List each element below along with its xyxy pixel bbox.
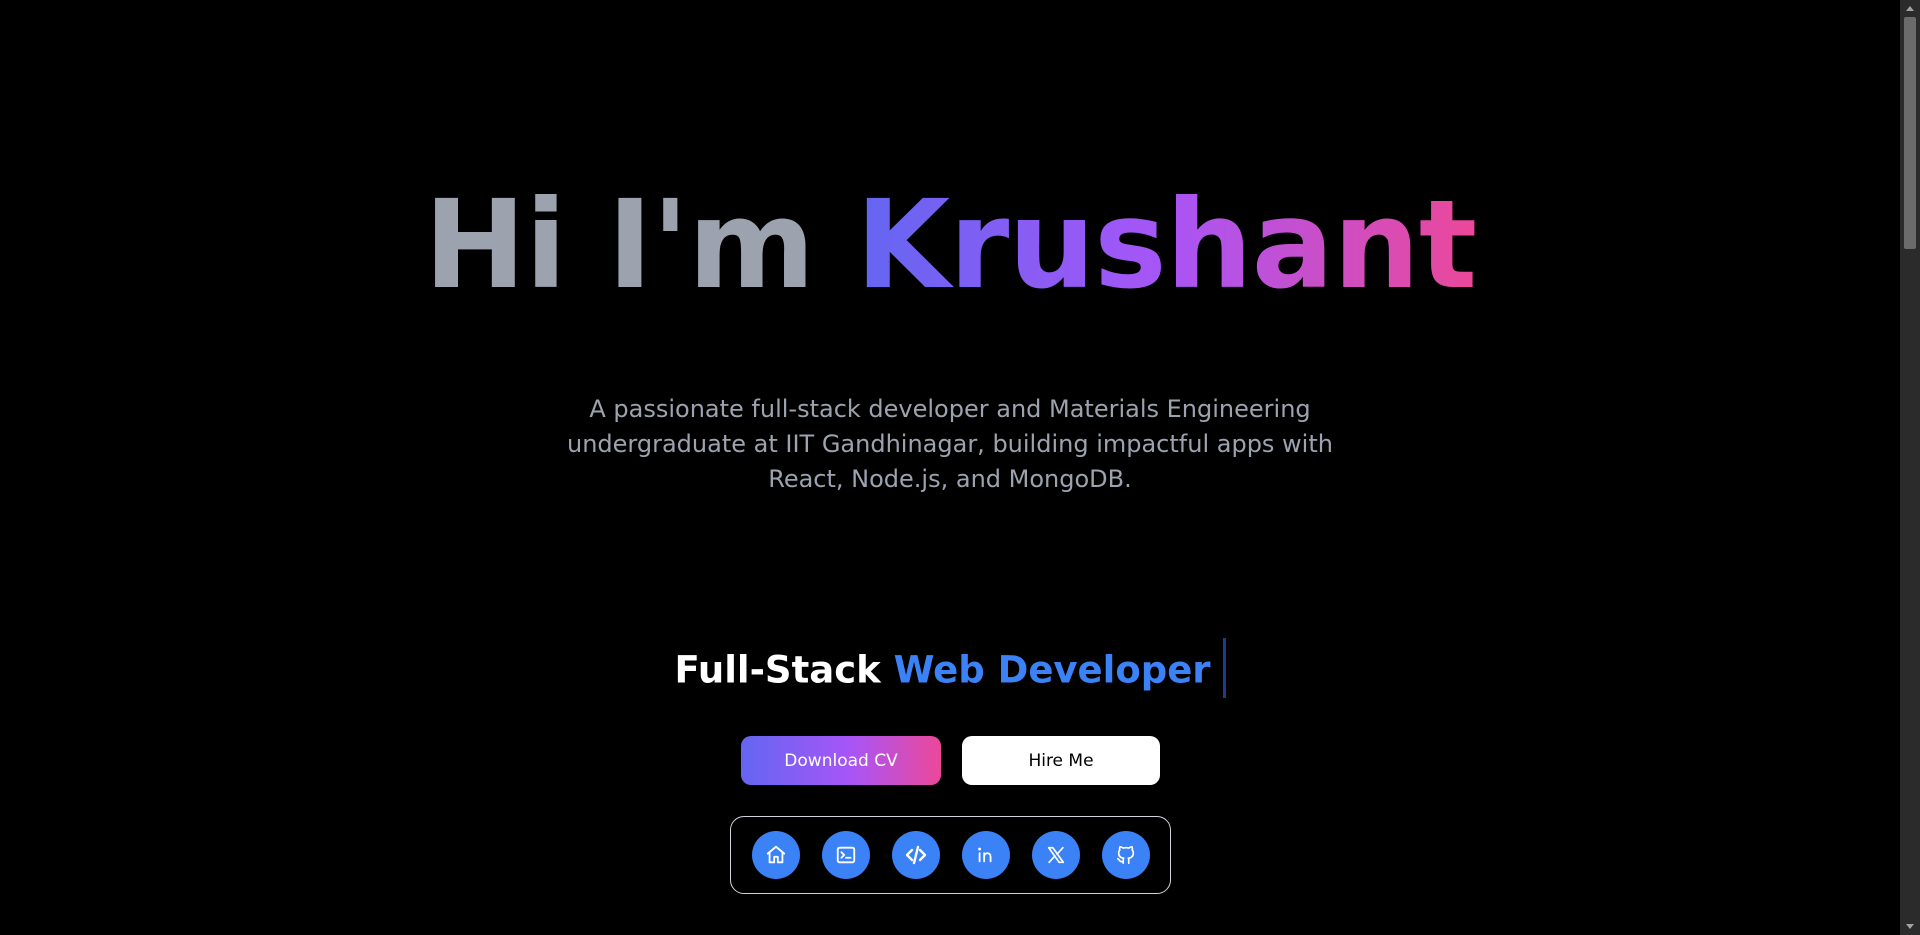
code-icon[interactable] — [891, 831, 940, 879]
github-icon[interactable] — [1101, 831, 1150, 879]
scrollbar-thumb[interactable] — [1904, 17, 1916, 249]
hero-section: Hi I'm Krushant A passionate full-stack … — [0, 0, 1900, 935]
social-links-bar — [730, 816, 1171, 894]
page: Hi I'm Krushant A passionate full-stack … — [0, 0, 1920, 935]
role-text-accent: Web Developer — [893, 648, 1211, 692]
scroll-up-arrow-icon[interactable] — [1900, 0, 1920, 16]
vertical-scrollbar[interactable] — [1900, 0, 1920, 935]
x-icon[interactable] — [1031, 831, 1080, 879]
role-text-primary: Full-Stack — [674, 648, 894, 692]
download-cv-button[interactable]: Download CV — [741, 736, 941, 785]
hire-me-button[interactable]: Hire Me — [962, 736, 1160, 785]
hero-headline: Hi I'm Krushant — [0, 165, 1900, 325]
role-typewriter: Full-Stack Web Developer — [0, 638, 1900, 702]
terminal-icon[interactable] — [821, 831, 870, 879]
hero-greeting: Hi I'm — [423, 174, 856, 316]
hero-name: Krushant — [855, 174, 1478, 316]
scroll-down-arrow-icon[interactable] — [1900, 919, 1920, 935]
typing-cursor — [1222, 638, 1226, 698]
home-icon[interactable] — [751, 831, 800, 879]
linkedin-icon[interactable] — [961, 831, 1010, 879]
hero-intro: A passionate full-stack developer and Ma… — [567, 395, 1333, 493]
